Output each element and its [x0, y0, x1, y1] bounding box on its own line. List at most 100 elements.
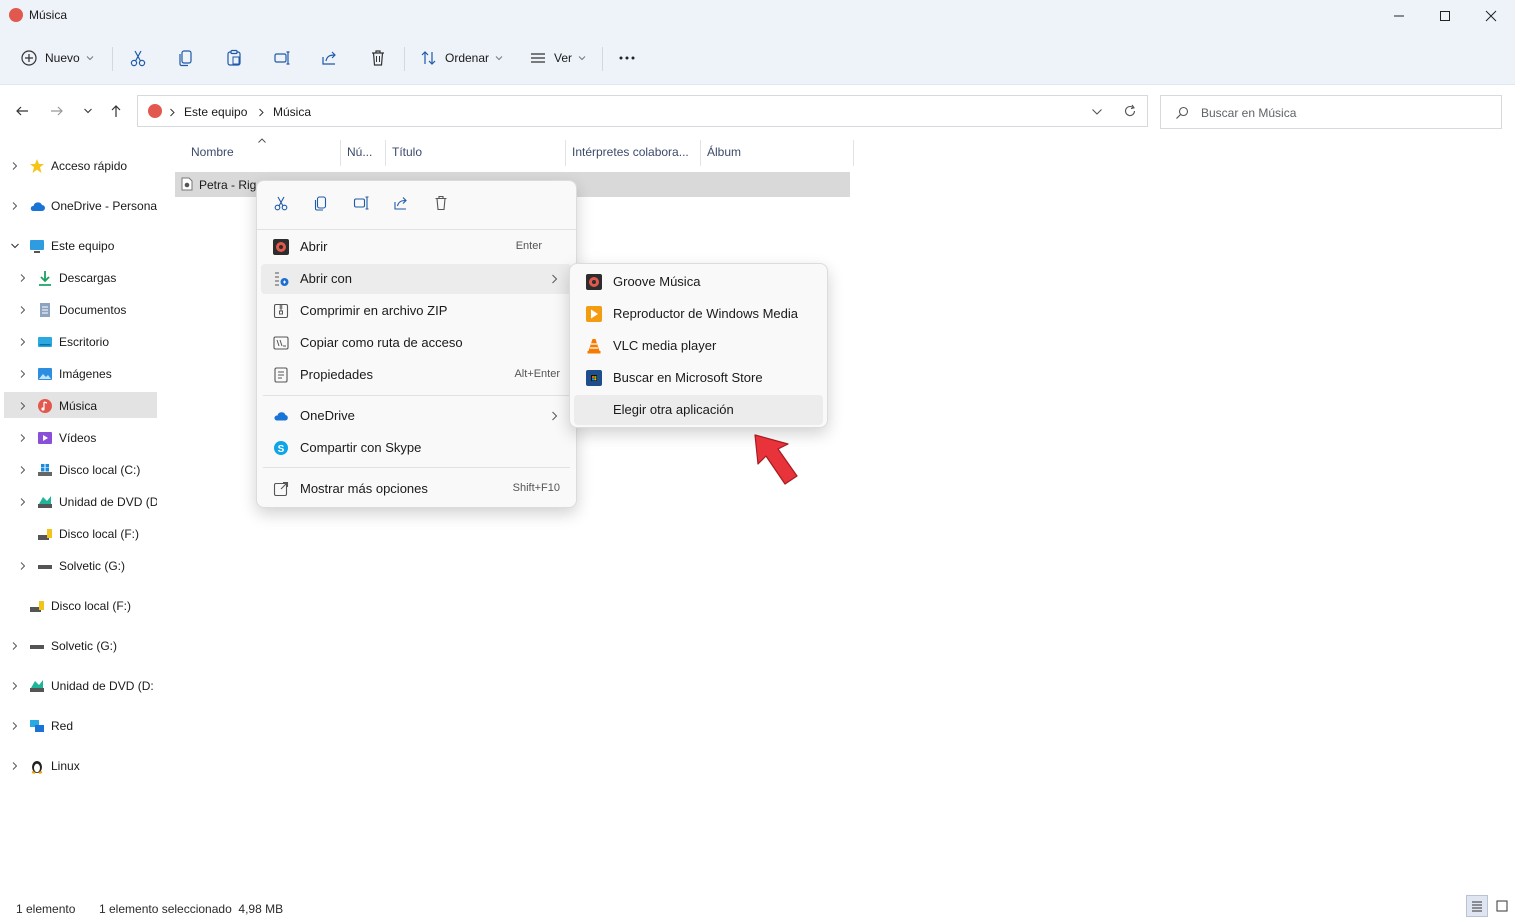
menu-item-properties[interactable]: Propiedades Alt+Enter: [261, 360, 572, 390]
sidebar-item-dvd-drive[interactable]: Unidad de DVD (D: [37, 489, 157, 515]
column-header-artists[interactable]: Intérpretes colabora...: [572, 145, 689, 159]
collapse-chevron-icon[interactable]: [10, 241, 20, 251]
menu-item-share-skype[interactable]: S Compartir con Skype: [261, 433, 572, 463]
submenu-item-groove[interactable]: Groove Música: [574, 267, 823, 297]
paste-button[interactable]: [225, 44, 243, 72]
menu-item-label: Copiar como ruta de acceso: [300, 335, 463, 350]
expand-chevron-icon[interactable]: [10, 681, 20, 691]
column-divider[interactable]: [340, 140, 341, 166]
expand-chevron-icon[interactable]: [18, 305, 28, 315]
expand-chevron-icon[interactable]: [18, 369, 28, 379]
minimize-button[interactable]: [1376, 4, 1422, 28]
sidebar-item-linux[interactable]: Linux: [29, 753, 80, 779]
toolbar-separator: [404, 47, 405, 71]
expand-chevron-icon[interactable]: [10, 161, 20, 171]
expand-chevron-icon[interactable]: [18, 465, 28, 475]
sidebar-item-drive-g[interactable]: Solvetic (G:): [37, 553, 125, 579]
breadcrumb-musica[interactable]: Música: [273, 105, 311, 119]
expand-chevron-icon[interactable]: [18, 433, 28, 443]
vlc-cone-icon: [587, 339, 601, 354]
expand-chevron-icon[interactable]: [10, 721, 20, 731]
copy-icon[interactable]: [313, 195, 329, 211]
sidebar-item-onedrive[interactable]: OneDrive - Persona: [29, 193, 157, 219]
sidebar-item-drive-g-root[interactable]: Solvetic (G:): [29, 633, 117, 659]
sidebar-item-drive-c[interactable]: Disco local (C:): [37, 457, 140, 483]
sidebar-item-desktop[interactable]: Escritorio: [37, 329, 109, 355]
sidebar-item-music-label[interactable]: Música: [37, 393, 97, 419]
sidebar-item-drive-f[interactable]: Disco local (F:): [37, 521, 139, 547]
sort-button[interactable]: Ordenar: [420, 44, 503, 72]
search-icon: [1176, 106, 1189, 119]
submenu-item-windows-media-player[interactable]: Reproductor de Windows Media: [574, 299, 823, 329]
expand-chevron-icon[interactable]: [18, 337, 28, 347]
expand-chevron-icon[interactable]: [18, 401, 28, 411]
view-button[interactable]: Ver: [529, 44, 586, 72]
menu-item-more-options[interactable]: Mostrar más opciones Shift+F10: [261, 474, 572, 504]
column-divider[interactable]: [853, 140, 854, 166]
close-button[interactable]: [1468, 4, 1514, 28]
expand-chevron-icon[interactable]: [10, 761, 20, 771]
sidebar-item-label: Acceso rápido: [51, 159, 128, 173]
refresh-icon[interactable]: [1123, 104, 1137, 118]
address-history-chevron-icon[interactable]: [1091, 107, 1103, 117]
submenu-item-vlc[interactable]: VLC media player: [574, 331, 823, 361]
address-bar[interactable]: Este equipo Música: [137, 95, 1148, 127]
search-box[interactable]: Buscar en Música: [1160, 95, 1502, 129]
expand-chevron-icon[interactable]: [18, 273, 28, 283]
sidebar-item-this-pc[interactable]: Este equipo: [29, 233, 114, 259]
rename-icon[interactable]: [353, 195, 369, 211]
trash-icon[interactable]: [433, 195, 449, 211]
share-icon: [322, 51, 336, 65]
column-divider[interactable]: [385, 140, 386, 166]
expand-chevron-icon[interactable]: [10, 641, 20, 651]
column-header-album[interactable]: Álbum: [707, 145, 741, 159]
column-header-number[interactable]: Nú...: [347, 145, 372, 159]
sidebar-item-dvd-drive-root[interactable]: Unidad de DVD (D:: [29, 673, 157, 699]
rename-button[interactable]: [273, 44, 291, 72]
delete-button[interactable]: [369, 44, 387, 72]
share-button[interactable]: [321, 44, 339, 72]
menu-item-open-with[interactable]: Abrir con: [261, 264, 572, 294]
sidebar-item-documents[interactable]: Documentos: [37, 297, 126, 323]
tiles-view-button[interactable]: [1491, 895, 1513, 917]
column-header-title[interactable]: Título: [392, 145, 422, 159]
menu-separator: [257, 229, 576, 230]
copy-button[interactable]: [177, 44, 195, 72]
more-options-button[interactable]: [617, 44, 637, 72]
recent-locations-button[interactable]: [77, 100, 99, 122]
forward-button[interactable]: [46, 100, 68, 122]
sidebar-item-pictures[interactable]: Imágenes: [37, 361, 112, 387]
column-divider[interactable]: [700, 140, 701, 166]
windows-drive-icon: [38, 464, 52, 476]
arrow-left-icon: [16, 106, 28, 116]
menu-item-label: Elegir otra aplicación: [613, 402, 734, 417]
menu-item-compress-zip[interactable]: Comprimir en archivo ZIP: [261, 296, 572, 326]
menu-item-copy-path[interactable]: Copiar como ruta de acceso: [261, 328, 572, 358]
new-button[interactable]: Nuevo: [20, 44, 94, 72]
share-icon[interactable]: [393, 195, 409, 211]
details-view-button[interactable]: [1466, 895, 1488, 917]
expand-chevron-icon[interactable]: [18, 497, 28, 507]
back-button[interactable]: [11, 100, 33, 122]
breadcrumb-este-equipo[interactable]: Este equipo: [184, 105, 247, 119]
column-header-name[interactable]: Nombre: [191, 145, 234, 159]
column-divider[interactable]: [565, 140, 566, 166]
submenu-item-choose-another-app[interactable]: Elegir otra aplicación: [574, 395, 823, 425]
usb-drive-icon: [38, 529, 52, 540]
up-button[interactable]: [105, 100, 127, 122]
sidebar-item-downloads[interactable]: Descargas: [37, 265, 116, 291]
sidebar-item-network[interactable]: Red: [29, 713, 73, 739]
maximize-button[interactable]: [1422, 4, 1468, 28]
cut-button[interactable]: [129, 44, 147, 72]
sidebar-item-label: Descargas: [59, 271, 117, 285]
sidebar-item-videos[interactable]: Vídeos: [37, 425, 96, 451]
menu-item-open[interactable]: Abrir Enter: [261, 232, 572, 262]
sidebar-item-quick-access[interactable]: Acceso rápido: [29, 153, 127, 179]
expand-chevron-icon[interactable]: [10, 201, 20, 211]
submenu-item-microsoft-store[interactable]: Buscar en Microsoft Store: [574, 363, 823, 393]
menu-item-onedrive[interactable]: OneDrive: [261, 401, 572, 431]
sidebar-item-drive-f-root[interactable]: Disco local (F:): [29, 593, 131, 619]
expand-chevron-icon[interactable]: [18, 561, 28, 571]
scissors-icon[interactable]: [273, 195, 289, 211]
download-icon: [39, 271, 51, 286]
